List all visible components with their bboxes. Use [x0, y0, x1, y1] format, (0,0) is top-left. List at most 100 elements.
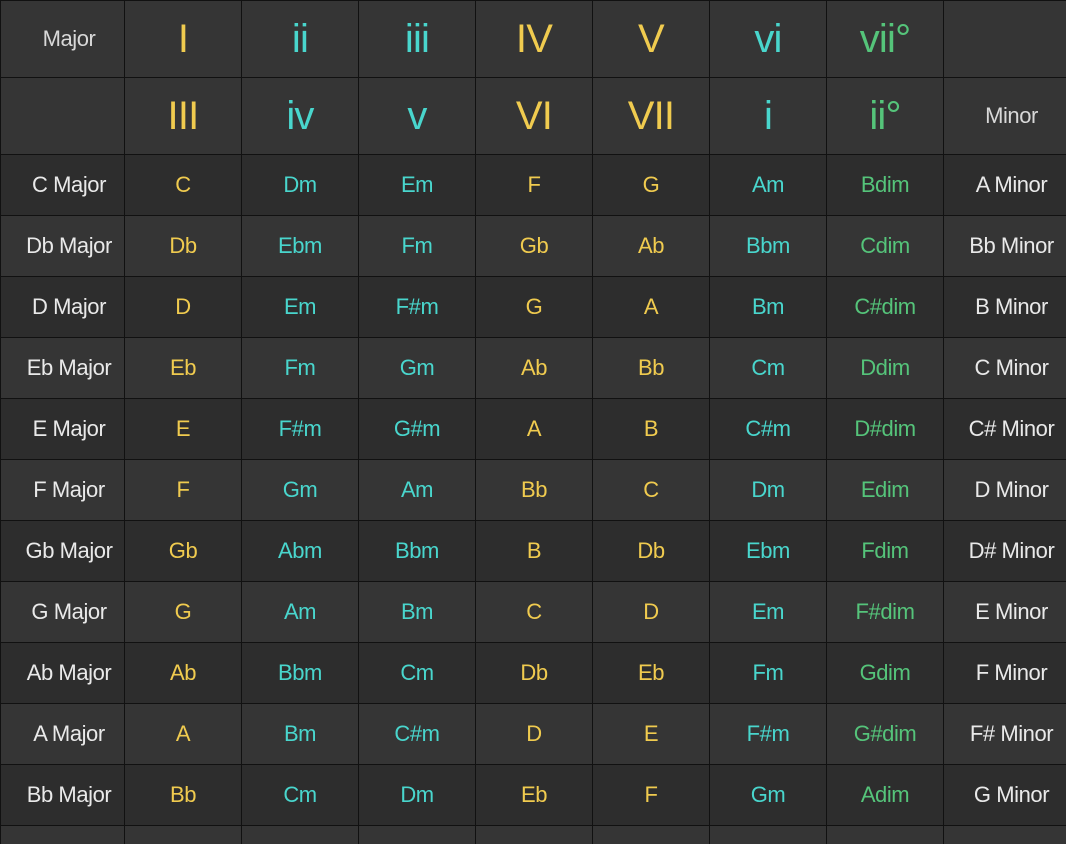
chord-cell: E: [476, 826, 593, 844]
chord-cell: Bb: [125, 765, 242, 826]
chord-cell: Fm: [359, 216, 476, 277]
chord-cell: Ab: [125, 643, 242, 704]
chord-cell: Bm: [710, 277, 827, 338]
chord-cell: Gdim: [827, 643, 944, 704]
chord-cell: D: [593, 582, 710, 643]
major-degree-5: V: [593, 1, 710, 78]
chord-cell: Bbm: [242, 643, 359, 704]
chord-cell: Em: [242, 277, 359, 338]
chord-cell: Eb: [476, 765, 593, 826]
chord-cell: B: [593, 399, 710, 460]
chord-cell: F: [593, 765, 710, 826]
blank-top-left: [1, 78, 125, 155]
minor-key-label: C Minor: [944, 338, 1066, 399]
chord-cell: C: [125, 155, 242, 216]
chord-cell: Bbdim: [827, 826, 944, 844]
chord-cell: C: [593, 460, 710, 521]
chord-cell: Eb: [125, 338, 242, 399]
chord-cell: Eb: [593, 643, 710, 704]
chord-cell: Bm: [359, 582, 476, 643]
chord-cell: F#m: [710, 704, 827, 765]
chord-cell: Cm: [710, 338, 827, 399]
chord-cell: D#m: [359, 826, 476, 844]
chord-table: MajorIiiiiiIVVvivii°IIIivvVIVIIiii°Minor…: [0, 0, 1066, 844]
chord-cell: Cdim: [827, 216, 944, 277]
chord-cell: E: [125, 399, 242, 460]
major-key-label: B Major: [1, 826, 125, 844]
major-degree-4: IV: [476, 1, 593, 78]
chord-cell: A: [125, 704, 242, 765]
major-key-label: E Major: [1, 399, 125, 460]
chord-cell: G#m: [359, 399, 476, 460]
minor-label: Minor: [944, 78, 1066, 155]
minor-key-label: B Minor: [944, 277, 1066, 338]
key-row: Bb MajorBbCmDmEbFGmAdimG Minor: [1, 765, 1066, 826]
blank-top-right: [944, 1, 1066, 78]
minor-key-label: A Minor: [944, 155, 1066, 216]
chord-cell: C#m: [710, 399, 827, 460]
minor-degree-1: III: [125, 78, 242, 155]
chord-cell: G: [476, 277, 593, 338]
chord-cell: F#m: [242, 399, 359, 460]
chord-cell: B: [125, 826, 242, 844]
chord-cell: F#m: [359, 277, 476, 338]
major-key-label: A Major: [1, 704, 125, 765]
chord-cell: Db: [125, 216, 242, 277]
minor-degree-5: VII: [593, 78, 710, 155]
major-key-label: Eb Major: [1, 338, 125, 399]
minor-degree-7: ii°: [827, 78, 944, 155]
major-key-label: C Major: [1, 155, 125, 216]
major-degree-1: I: [125, 1, 242, 78]
chord-cell: Ab: [476, 338, 593, 399]
chord-cell: B: [476, 521, 593, 582]
key-row: Db MajorDbEbmFmGbAbBbmCdimBb Minor: [1, 216, 1066, 277]
chord-cell: G#dim: [827, 704, 944, 765]
chord-cell: Bbm: [710, 216, 827, 277]
chord-cell: G: [593, 155, 710, 216]
chord-cell: Abm: [242, 521, 359, 582]
chord-cell: Ebm: [710, 521, 827, 582]
chord-cell: Em: [359, 155, 476, 216]
chord-cell: Gm: [710, 765, 827, 826]
chord-cell: Adim: [827, 765, 944, 826]
key-row: G MajorGAmBmCDEmF#dimE Minor: [1, 582, 1066, 643]
chord-cell: Db: [593, 521, 710, 582]
minor-key-label: D Minor: [944, 460, 1066, 521]
key-row: F MajorFGmAmBbCDmEdimD Minor: [1, 460, 1066, 521]
minor-degree-6: i: [710, 78, 827, 155]
key-row: B MajorBC#mD#mEF#G#mBbdimG# Minor: [1, 826, 1066, 844]
chord-cell: Gb: [476, 216, 593, 277]
key-row: C MajorCDmEmFGAmBdimA Minor: [1, 155, 1066, 216]
chord-cell: Gm: [242, 460, 359, 521]
chord-cell: Dm: [359, 765, 476, 826]
major-key-label: D Major: [1, 277, 125, 338]
minor-degree-3: v: [359, 78, 476, 155]
chord-cell: G: [125, 582, 242, 643]
minor-key-label: Bb Minor: [944, 216, 1066, 277]
chord-cell: D: [476, 704, 593, 765]
chord-cell: E: [593, 704, 710, 765]
chord-cell: F: [125, 460, 242, 521]
chord-cell: Em: [710, 582, 827, 643]
chord-cell: Gb: [125, 521, 242, 582]
chord-cell: Edim: [827, 460, 944, 521]
key-row: A MajorABmC#mDEF#mG#dimF# Minor: [1, 704, 1066, 765]
chord-cell: G#m: [710, 826, 827, 844]
chord-cell: Db: [476, 643, 593, 704]
chord-cell: Ab: [593, 216, 710, 277]
chord-cell: Am: [359, 460, 476, 521]
chord-cell: F: [476, 155, 593, 216]
chord-cell: Fm: [710, 643, 827, 704]
minor-degree-4: VI: [476, 78, 593, 155]
chord-cell: C: [476, 582, 593, 643]
chord-cell: Bbm: [359, 521, 476, 582]
chord-chart: MajorIiiiiiIVVvivii°IIIivvVIVIIiii°Minor…: [0, 0, 1066, 844]
major-degree-2: ii: [242, 1, 359, 78]
chord-cell: Cm: [242, 765, 359, 826]
major-degree-3: iii: [359, 1, 476, 78]
major-degree-7: vii°: [827, 1, 944, 78]
chord-cell: C#dim: [827, 277, 944, 338]
chord-cell: C#m: [359, 704, 476, 765]
minor-key-label: G Minor: [944, 765, 1066, 826]
key-row: Gb MajorGbAbmBbmBDbEbmFdimD# Minor: [1, 521, 1066, 582]
